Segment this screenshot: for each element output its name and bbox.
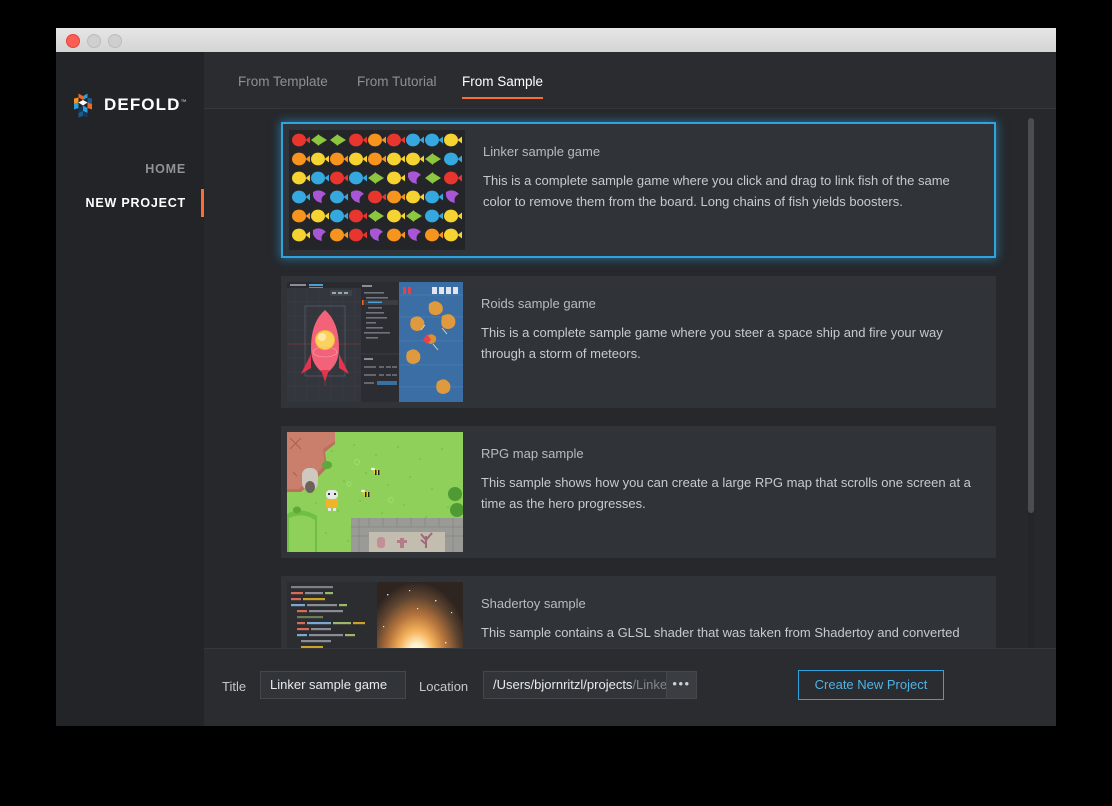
sample-card-roids-title: Roids sample game — [481, 296, 596, 311]
create-new-project-button[interactable]: Create New Project — [798, 670, 944, 700]
sample-card-shadertoy-title: Shadertoy sample — [481, 596, 586, 611]
tab-from-template[interactable]: From Template — [238, 74, 328, 99]
sidebar-item-home[interactable]: HOME — [56, 152, 204, 186]
tab-from-tutorial-label: From Tutorial — [357, 74, 437, 89]
bottom-action-bar: Title Linker sample game Location /Users… — [204, 648, 1056, 726]
logo-wordmark: DEFOLD™ — [104, 95, 186, 115]
sidebar-nav: HOME NEW PROJECT — [56, 152, 204, 220]
sample-card-linker[interactable]: Linker sample game This is a complete sa… — [281, 122, 996, 258]
location-label: Location — [419, 679, 469, 694]
sample-thumbnail-linker — [289, 130, 465, 250]
linker-fish-grid-icon — [289, 130, 465, 250]
sidebar: DEFOLD™ HOME NEW PROJECT — [56, 52, 204, 726]
defold-logo: DEFOLD™ — [70, 92, 186, 118]
sample-card-rpg-text: RPG map sample This sample shows how you… — [481, 446, 972, 514]
tab-from-tutorial[interactable]: From Tutorial — [357, 74, 437, 99]
sample-list[interactable]: Linker sample game This is a complete sa… — [204, 108, 1056, 673]
sample-card-roids-description: This is a complete sample game where you… — [481, 325, 943, 362]
roids-editor-rocket-icon — [287, 282, 463, 402]
title-input[interactable]: Linker sample game — [260, 671, 406, 699]
defold-logo-icon — [74, 93, 92, 118]
maximize-button-icon[interactable] — [108, 34, 122, 48]
sample-card-linker-description: This is a complete sample game where you… — [483, 173, 950, 210]
sample-cards: Linker sample game This is a complete sa… — [204, 108, 1056, 673]
tab-from-sample-label: From Sample — [462, 74, 544, 89]
tab-bar: From Template From Tutorial From Sample — [204, 52, 1056, 109]
sidebar-item-new-project-label: NEW PROJECT — [85, 196, 186, 210]
sidebar-item-new-project[interactable]: NEW PROJECT — [56, 186, 204, 220]
sample-card-linker-title: Linker sample game — [483, 144, 601, 159]
sample-thumbnail-roids — [287, 282, 463, 402]
tab-from-sample[interactable]: From Sample — [462, 74, 544, 99]
sidebar-item-home-label: HOME — [145, 162, 186, 176]
sample-card-linker-text: Linker sample game This is a complete sa… — [483, 144, 970, 212]
close-button-icon[interactable] — [66, 34, 80, 48]
sample-thumbnail-rpg — [287, 432, 463, 552]
location-path-value: /Users/bjornritzl/projects — [493, 677, 633, 692]
sample-card-rpg-title: RPG map sample — [481, 446, 584, 461]
window-titlebar[interactable] — [56, 28, 1056, 53]
minimize-button-icon[interactable] — [87, 34, 101, 48]
sample-list-scrollbar-thumb[interactable] — [1028, 118, 1034, 513]
defold-editor-window: DEFOLD™ HOME NEW PROJECT From Template F… — [56, 28, 1056, 726]
title-label: Title — [222, 679, 247, 694]
tab-from-template-label: From Template — [238, 74, 328, 89]
sample-card-rpg-description: This sample shows how you can create a l… — [481, 475, 971, 512]
sample-card-roids[interactable]: Roids sample game This is a complete sam… — [281, 276, 996, 408]
sample-list-scrollbar-track[interactable] — [1028, 118, 1034, 666]
location-project-suffix: /Linker sample game — [632, 677, 667, 692]
main-panel: From Template From Tutorial From Sample — [204, 52, 1056, 726]
logo-text-label: DEFOLD — [104, 95, 181, 114]
browse-location-button[interactable]: ••• — [667, 671, 697, 699]
sample-card-rpg[interactable]: RPG map sample This sample shows how you… — [281, 426, 996, 558]
sample-card-roids-text: Roids sample game This is a complete sam… — [481, 296, 972, 364]
location-input[interactable]: /Users/bjornritzl/projects/Linker sample… — [483, 671, 667, 699]
screenshot-root: DEFOLD™ HOME NEW PROJECT From Template F… — [0, 0, 1112, 806]
rpg-green-map-icon — [287, 432, 463, 552]
trademark-symbol: ™ — [180, 99, 187, 106]
